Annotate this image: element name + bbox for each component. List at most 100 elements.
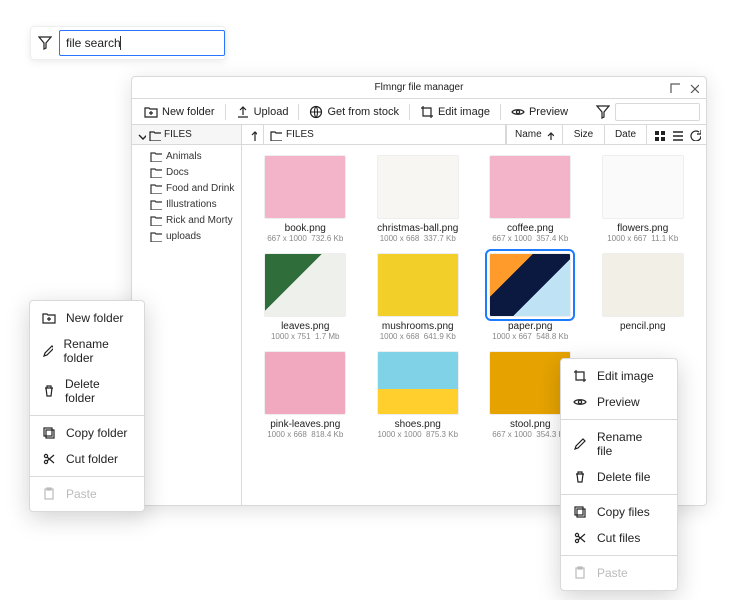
thumbnail-image xyxy=(377,155,459,219)
sidebar: FILES AnimalsDocsFood and DrinkIllustrat… xyxy=(132,125,242,505)
file-thumb[interactable]: pink-leaves.png1000 x 668 818.4 Kb xyxy=(252,351,359,439)
file-name: christmas-ball.png xyxy=(377,223,458,234)
file-thumb[interactable]: flowers.png1000 x 667 11.1 Kb xyxy=(590,155,697,243)
tree-root[interactable]: FILES xyxy=(132,125,241,145)
thumbnail-image xyxy=(602,155,684,219)
titlebar: Flmngr file manager xyxy=(132,77,706,99)
file-name: mushrooms.png xyxy=(382,321,454,332)
pencil-icon xyxy=(573,437,587,451)
folder-plus-icon xyxy=(42,311,56,325)
col-size[interactable]: Size xyxy=(562,125,604,144)
view-grid-button[interactable] xyxy=(653,129,665,141)
menu-item: Paste xyxy=(561,560,677,586)
menu-item[interactable]: Rename file xyxy=(561,424,677,464)
menu-item[interactable]: Preview xyxy=(561,389,677,415)
upload-button[interactable]: Upload xyxy=(230,102,295,122)
file-thumb[interactable]: coffee.png667 x 1000 357.4 Kb xyxy=(477,155,584,243)
file-meta: 667 x 1000 357.4 Kb xyxy=(492,234,568,243)
file-meta: 1000 x 668 641.9 Kb xyxy=(380,332,456,341)
close-button[interactable] xyxy=(687,81,700,94)
thumbnail-image xyxy=(489,253,571,317)
copy-icon xyxy=(573,505,587,519)
menu-item[interactable]: Copy folder xyxy=(30,420,144,446)
file-meta: 1000 x 1000 875.3 Kb xyxy=(377,430,458,439)
file-thumb[interactable]: leaves.png1000 x 751 1.7 Mb xyxy=(252,253,359,341)
menu-item[interactable]: Edit image xyxy=(561,363,677,389)
folder-icon xyxy=(150,230,162,242)
scissors-icon xyxy=(42,452,56,466)
file-thumb[interactable]: book.png667 x 1000 732.6 Kb xyxy=(252,155,359,243)
col-name[interactable]: Name xyxy=(506,125,562,144)
menu-item[interactable]: Rename folder xyxy=(30,331,144,371)
file-thumb[interactable]: pencil.png xyxy=(590,253,697,341)
edit-image-button[interactable]: Edit image xyxy=(414,102,496,122)
scissors-icon xyxy=(573,531,587,545)
search-bar: file search xyxy=(30,26,226,60)
file-name: book.png xyxy=(285,223,326,234)
window-title: Flmngr file manager xyxy=(375,82,464,93)
thumbnail-image xyxy=(602,253,684,317)
text-caret xyxy=(120,36,121,50)
folder-icon xyxy=(150,166,162,178)
thumbnail-image xyxy=(264,155,346,219)
file-meta: 667 x 1000 732.6 Kb xyxy=(267,234,343,243)
clipboard-icon xyxy=(42,487,56,501)
file-meta: 1000 x 668 818.4 Kb xyxy=(267,430,343,439)
tree-item[interactable]: Animals xyxy=(132,148,241,164)
file-name: shoes.png xyxy=(395,419,441,430)
crop-icon xyxy=(573,369,587,383)
tree-item[interactable]: Illustrations xyxy=(132,196,241,212)
pencil-icon xyxy=(42,344,53,358)
chevron-down-icon xyxy=(136,130,146,140)
search-value: file search xyxy=(66,36,121,50)
thumbnail-image xyxy=(377,253,459,317)
breadcrumb[interactable]: FILES xyxy=(264,125,506,144)
file-context-menu: Edit imagePreview Rename fileDelete file C… xyxy=(560,358,678,591)
eye-icon xyxy=(573,395,587,409)
folder-icon xyxy=(150,182,162,194)
refresh-button[interactable] xyxy=(689,129,701,141)
file-thumb[interactable]: paper.png1000 x 667 548.8 Kb xyxy=(477,253,584,341)
preview-button[interactable]: Preview xyxy=(505,102,574,122)
trash-icon xyxy=(573,470,587,484)
menu-item[interactable]: Cut folder xyxy=(30,446,144,472)
menu-item[interactable]: Delete folder xyxy=(30,371,144,411)
crumb-bar: FILES Name Size Date xyxy=(242,125,706,145)
file-thumb[interactable]: shoes.png1000 x 1000 875.3 Kb xyxy=(365,351,472,439)
filter-icon xyxy=(31,36,59,50)
toolbar-filter-input[interactable] xyxy=(615,103,700,121)
folder-icon xyxy=(150,198,162,210)
file-name: coffee.png xyxy=(507,223,554,234)
folder-icon xyxy=(270,129,282,141)
folder-icon xyxy=(150,214,162,226)
file-thumb[interactable]: mushrooms.png1000 x 668 641.9 Kb xyxy=(365,253,472,341)
thumbnail-image xyxy=(489,351,571,415)
tree-item[interactable]: Food and Drink xyxy=(132,180,241,196)
menu-item[interactable]: Copy files xyxy=(561,499,677,525)
get-from-stock-button[interactable]: Get from stock xyxy=(303,102,405,122)
search-input[interactable]: file search xyxy=(59,30,225,56)
tree: AnimalsDocsFood and DrinkIllustrationsRi… xyxy=(132,145,241,247)
menu-item[interactable]: Delete file xyxy=(561,464,677,490)
file-thumb[interactable]: christmas-ball.png1000 x 668 337.7 Kb xyxy=(365,155,472,243)
new-folder-button[interactable]: New folder xyxy=(138,102,221,122)
toolbar-filter-icon[interactable] xyxy=(593,102,613,122)
folder-icon xyxy=(149,129,161,141)
file-meta: 1000 x 668 337.7 Kb xyxy=(380,234,456,243)
nav-up-button[interactable] xyxy=(242,125,264,144)
folder-icon xyxy=(150,150,162,162)
col-date[interactable]: Date xyxy=(604,125,646,144)
tree-item[interactable]: Rick and Morty xyxy=(132,212,241,228)
maximize-button[interactable] xyxy=(668,81,681,94)
tree-item[interactable]: Docs xyxy=(132,164,241,180)
menu-item[interactable]: Cut files xyxy=(561,525,677,551)
tree-item[interactable]: uploads xyxy=(132,228,241,244)
folder-context-menu: New folderRename folderDelete folder Copy… xyxy=(29,300,145,512)
file-meta: 1000 x 667 11.1 Kb xyxy=(607,234,678,243)
menu-item[interactable]: New folder xyxy=(30,305,144,331)
thumbnail-image xyxy=(377,351,459,415)
file-name: stool.png xyxy=(510,419,551,430)
view-list-button[interactable] xyxy=(671,129,683,141)
file-name: paper.png xyxy=(508,321,553,332)
sort-asc-icon xyxy=(544,130,554,140)
